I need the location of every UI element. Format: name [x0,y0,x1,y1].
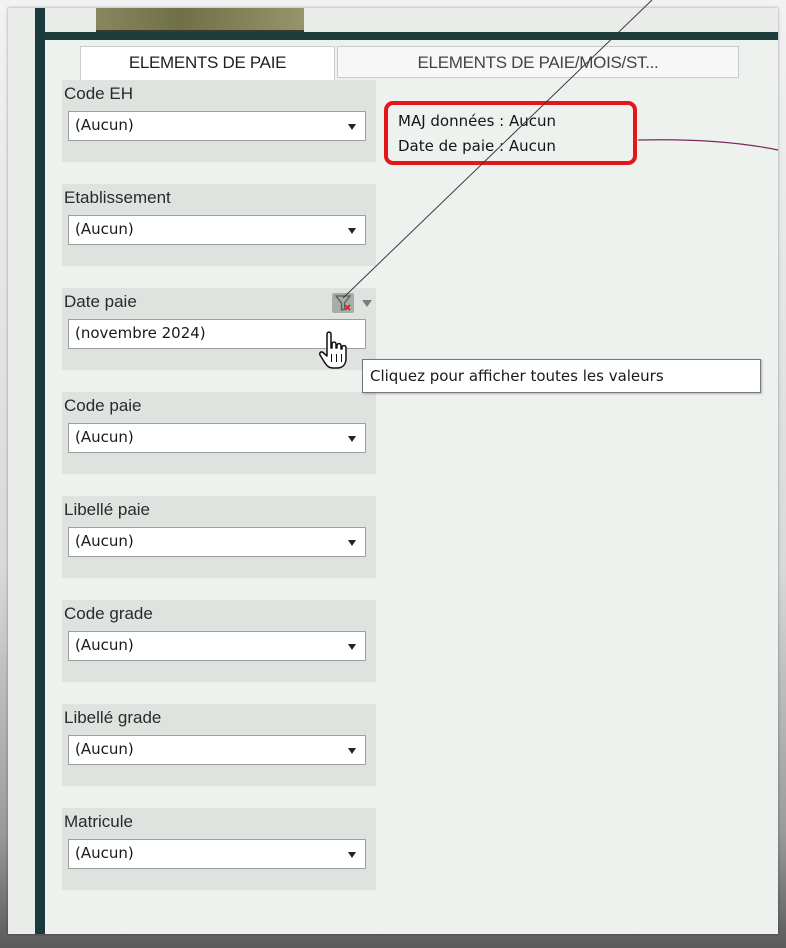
filter-label: Date paie [64,292,137,311]
chevron-down-icon [348,228,356,234]
filter-libelle-paie: Libellé paie (Aucun) [62,496,376,578]
filter-matricule: Matricule (Aucun) [62,808,376,890]
libelle-paie-select[interactable]: (Aucun) [68,527,366,557]
filter-label: Etablissement [64,188,171,207]
select-value: (Aucun) [75,428,134,446]
chevron-down-icon[interactable] [362,300,372,307]
tab-label: ELEMENTS DE PAIE/MOIS/ST... [417,53,659,72]
filter-code-grade: Code grade (Aucun) [62,600,376,682]
chevron-down-icon [348,124,356,130]
clear-filter-icon[interactable] [332,293,354,313]
matricule-select[interactable]: (Aucun) [68,839,366,869]
maj-donnees-text: MAJ données : Aucun [398,112,556,130]
tab-bar: ELEMENTS DE PAIE ELEMENTS DE PAIE/MOIS/S… [45,40,778,81]
update-info-box: MAJ données : Aucun Date de paie : Aucun [384,101,637,165]
filter-label: Libellé paie [64,500,151,519]
filter-label: Code grade [64,604,153,623]
left-dark-bar [35,8,45,934]
select-value: (Aucun) [75,740,134,758]
select-value: (Aucun) [75,532,134,550]
filter-etablissement: Etablissement (Aucun) [62,184,376,266]
select-value: (Aucun) [75,844,134,862]
filter-label: Code paie [64,396,142,415]
date-de-paie-text: Date de paie : Aucun [398,137,556,155]
chevron-down-icon [348,748,356,754]
date-paie-select[interactable]: (novembre 2024) [68,319,366,349]
header-image [96,8,304,32]
app-window: ELEMENTS DE PAIE ELEMENTS DE PAIE/MOIS/S… [8,8,778,934]
chevron-down-icon [348,852,356,858]
chevron-down-icon [348,540,356,546]
filter-date-paie: Date paie (novembre 2024) [62,288,376,370]
tooltip: Cliquez pour afficher toutes les valeurs [362,359,761,393]
select-value: (Aucun) [75,220,134,238]
filter-label: Libellé grade [64,708,162,727]
tab-label: ELEMENTS DE PAIE [128,53,287,72]
filter-label: Code EH [64,84,133,103]
code-paie-select[interactable]: (Aucun) [68,423,366,453]
filter-tools [332,293,378,313]
filter-libelle-grade: Libellé grade (Aucun) [62,704,376,786]
code-grade-select[interactable]: (Aucun) [68,631,366,661]
filter-code-paie: Code paie (Aucun) [62,392,376,474]
top-dark-strip [45,32,778,40]
main-content: Code EH (Aucun) Etablissement (Aucun) Da… [45,80,778,934]
chevron-down-icon [348,644,356,650]
select-value: (Aucun) [75,636,134,654]
filter-code-eh: Code EH (Aucun) [62,80,376,162]
select-value: (Aucun) [75,116,134,134]
filter-label: Matricule [64,812,133,831]
chevron-down-icon [348,436,356,442]
select-value: (novembre 2024) [75,324,206,342]
tab-elements-de-paie[interactable]: ELEMENTS DE PAIE [80,46,335,81]
libelle-grade-select[interactable]: (Aucun) [68,735,366,765]
tab-elements-de-paie-mois[interactable]: ELEMENTS DE PAIE/MOIS/ST... [337,46,739,78]
code-eh-select[interactable]: (Aucun) [68,111,366,141]
etablissement-select[interactable]: (Aucun) [68,215,366,245]
